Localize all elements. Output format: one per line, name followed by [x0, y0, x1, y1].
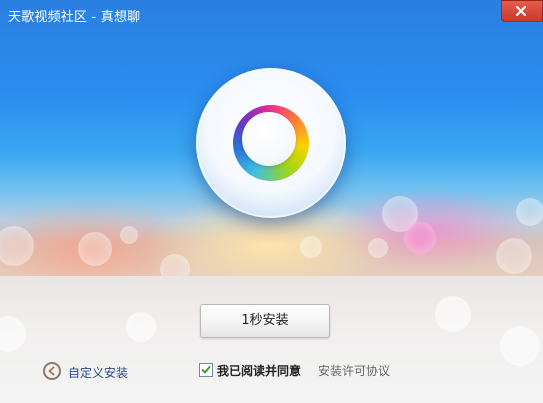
bottom-panel [0, 276, 543, 403]
license-agreement-link[interactable]: 安装许可协议 [318, 362, 390, 379]
bokeh-light [120, 226, 138, 244]
bokeh-light [516, 198, 543, 226]
close-button[interactable] [501, 0, 543, 22]
bokeh-light [496, 238, 532, 274]
bokeh-light [78, 232, 112, 266]
bokeh-light [500, 326, 540, 366]
bokeh-light [300, 236, 322, 258]
install-button[interactable]: 1秒安装 [200, 304, 330, 338]
logo-center-disc [242, 112, 296, 166]
custom-install-label[interactable]: 自定义安装 [68, 364, 128, 381]
bokeh-light [0, 226, 34, 266]
agree-label[interactable]: 我已阅读并同意 [217, 362, 301, 379]
bokeh-light [435, 296, 471, 332]
window-title: 天歌视频社区 - 真想聊 [8, 10, 141, 25]
bokeh-light [0, 316, 26, 352]
checkmark-icon [201, 366, 211, 374]
back-arrow-icon [43, 362, 61, 380]
bokeh-light [160, 254, 190, 276]
bokeh-light [404, 222, 436, 254]
app-logo [196, 68, 346, 218]
title-bar[interactable]: 天歌视频社区 - 真想聊 [0, 0, 543, 30]
bokeh-light [126, 312, 156, 342]
bokeh-light [368, 238, 388, 258]
agree-checkbox[interactable] [199, 363, 213, 377]
installer-window: 天歌视频社区 - 真想聊 1秒安装 自定义安装 我已阅读并同意 安装许可协议 [0, 0, 543, 403]
hero-banner: 天歌视频社区 - 真想聊 [0, 0, 543, 276]
close-icon [516, 6, 526, 16]
